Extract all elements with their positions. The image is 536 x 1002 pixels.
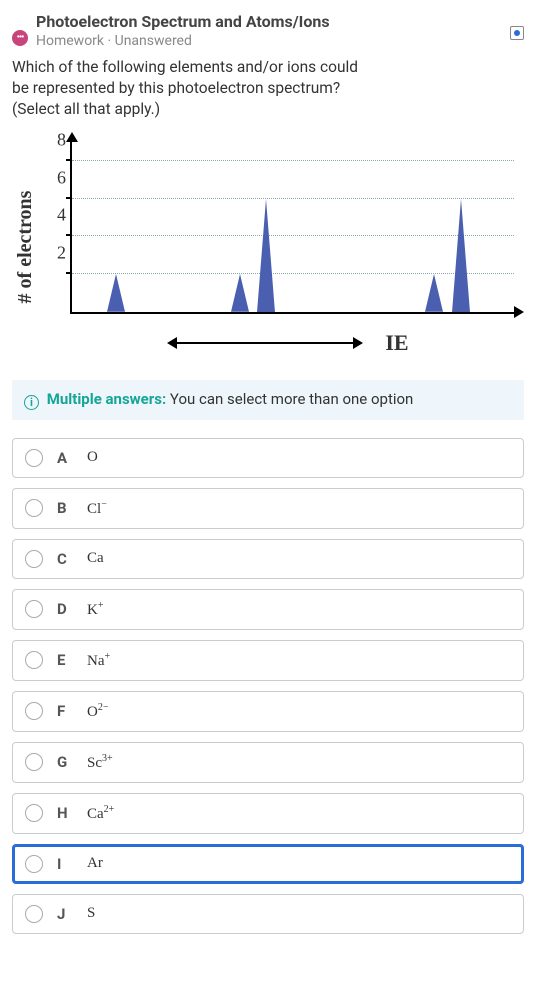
option-letter: F — [57, 702, 73, 720]
option-formula: O2− — [87, 702, 108, 721]
spectrum-peak — [425, 274, 443, 312]
x-axis-label: IE — [385, 330, 408, 356]
option-formula: S — [87, 905, 95, 922]
radio-icon — [25, 804, 43, 822]
answer-option-J[interactable]: JS — [12, 894, 524, 934]
pes-chart: # of electrons 2468 IE — [12, 132, 524, 362]
option-formula: Na+ — [87, 651, 110, 670]
answer-option-B[interactable]: B Cl− — [12, 488, 524, 529]
status-badge-icon — [510, 26, 524, 40]
y-tick-mark — [66, 197, 72, 199]
option-letter: B — [57, 499, 73, 517]
option-letter: H — [57, 804, 73, 822]
spectrum-peak — [452, 199, 470, 312]
y-tick-label: 2 — [57, 243, 72, 264]
hint-strong: Multiple answers: — [47, 390, 166, 408]
radio-icon — [25, 449, 43, 467]
option-letter: G — [57, 753, 73, 771]
radio-icon — [25, 550, 43, 568]
question-subtitle: Homework · Unanswered — [36, 33, 524, 49]
question-prompt: Which of the following elements and/or i… — [12, 57, 372, 120]
option-formula: Cl− — [87, 499, 107, 518]
option-formula: Sc3+ — [87, 753, 113, 772]
answer-option-E[interactable]: E Na+ — [12, 640, 524, 681]
spectrum-peak — [107, 274, 125, 312]
answer-option-C[interactable]: C Ca — [12, 539, 524, 579]
option-letter: I — [57, 855, 73, 873]
header-text: Photoelectron Spectrum and Atoms/Ions Ho… — [36, 12, 524, 49]
option-letter: D — [57, 600, 73, 618]
radio-icon — [25, 905, 43, 923]
grid-line — [72, 160, 514, 161]
ie-double-arrow-icon — [175, 342, 355, 344]
answer-option-D[interactable]: D K+ — [12, 589, 524, 630]
option-letter: C — [57, 550, 73, 568]
y-tick-mark — [66, 234, 72, 236]
question-header: ••• Photoelectron Spectrum and Atoms/Ion… — [12, 12, 524, 49]
question-title: Photoelectron Spectrum and Atoms/Ions — [36, 12, 524, 31]
y-axis-label: # of electrons — [14, 190, 37, 303]
radio-icon — [25, 600, 43, 618]
radio-icon — [25, 499, 43, 517]
radio-icon — [25, 651, 43, 669]
options-list: AO B Cl− C Ca D K+ E Na+ F O2− G Sc3+ H Ca2+ I Ar JS — [12, 438, 524, 934]
answer-option-I[interactable]: I Ar — [12, 844, 524, 884]
x-axis-row: IE — [70, 330, 514, 356]
y-tick-label: 6 — [57, 167, 72, 188]
option-letter: A — [57, 449, 73, 467]
plot-area: 2468 — [70, 142, 514, 314]
spectrum-peak — [231, 274, 249, 312]
option-formula: K+ — [87, 600, 103, 619]
option-letter: J — [57, 905, 73, 923]
category-icon: ••• — [12, 30, 28, 46]
hint-text: You can select more than one option — [166, 390, 413, 408]
answer-option-A[interactable]: AO — [12, 438, 524, 478]
option-formula: Ar — [87, 855, 103, 872]
option-formula: Ca — [87, 550, 104, 567]
answer-option-H[interactable]: H Ca2+ — [12, 793, 524, 834]
answer-option-F[interactable]: F O2− — [12, 691, 524, 732]
grid-line — [72, 198, 514, 199]
radio-icon — [25, 753, 43, 771]
y-tick-label: 4 — [57, 205, 72, 226]
x-axis-arrow-icon — [514, 306, 524, 318]
answer-option-G[interactable]: G Sc3+ — [12, 742, 524, 783]
option-formula: Ca2+ — [87, 804, 114, 823]
option-letter: E — [57, 651, 73, 669]
spectrum-peak — [257, 199, 275, 312]
radio-icon — [25, 702, 43, 720]
multiple-answers-hint: i Multiple answers: You can select more … — [12, 380, 524, 420]
option-formula: O — [87, 449, 98, 466]
info-icon: i — [24, 395, 39, 410]
grid-line — [72, 235, 514, 236]
radio-icon — [25, 855, 43, 873]
y-tick-mark — [66, 272, 72, 274]
grid-line — [72, 273, 514, 274]
y-tick-label: 8 — [57, 129, 72, 150]
y-tick-mark — [66, 159, 72, 161]
